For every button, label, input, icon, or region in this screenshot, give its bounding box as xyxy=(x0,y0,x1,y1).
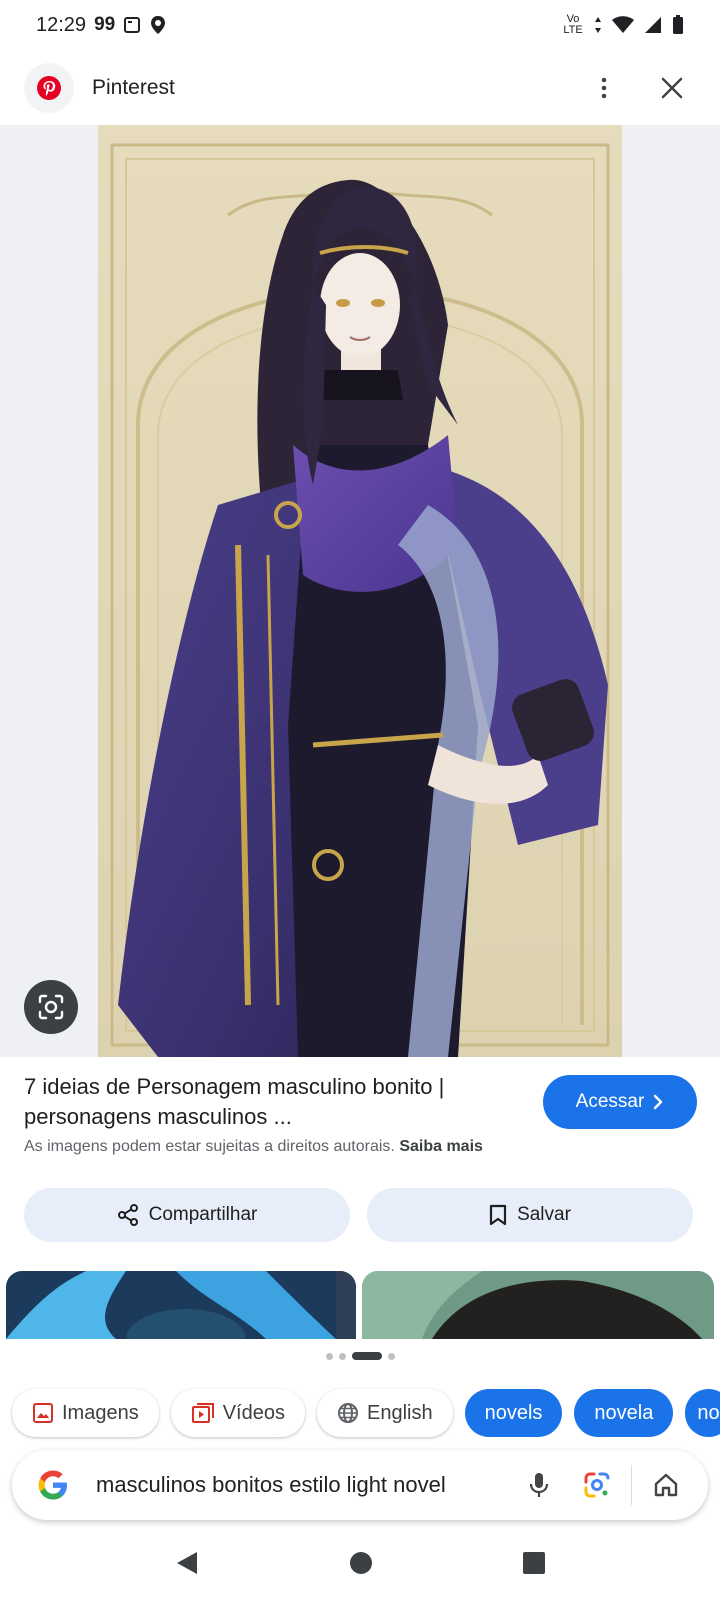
chip-novela[interactable]: novela xyxy=(574,1389,674,1437)
search-bar[interactable]: masculinos bonitos estilo light novel xyxy=(12,1450,708,1520)
image-icon xyxy=(33,1403,53,1423)
back-icon xyxy=(177,1551,197,1574)
chip-novels[interactable]: novels xyxy=(464,1389,563,1437)
screenshot-notification-icon xyxy=(123,16,141,34)
pinterest-logo[interactable] xyxy=(24,62,74,113)
share-icon xyxy=(117,1204,138,1226)
chip-videos[interactable]: Vídeos xyxy=(170,1389,305,1437)
chip-english[interactable]: English xyxy=(316,1389,453,1437)
more-vert-icon xyxy=(601,77,607,98)
lens-icon xyxy=(584,1472,610,1498)
wifi-icon xyxy=(612,16,634,34)
chip-label: English xyxy=(366,1401,433,1424)
filter-chips: Imagens Vídeos English novels novela no xyxy=(12,1389,720,1437)
visit-label: Acessar xyxy=(575,1091,645,1112)
globe-icon xyxy=(337,1403,358,1423)
divider xyxy=(631,1465,632,1505)
home-button[interactable] xyxy=(642,1461,690,1509)
save-button[interactable]: Salvar xyxy=(367,1188,693,1242)
chevron-right-icon xyxy=(654,1094,663,1110)
source-title: Pinterest xyxy=(92,75,175,99)
learn-more-link[interactable]: Saiba mais xyxy=(399,1138,483,1155)
pager-dots xyxy=(0,1352,720,1360)
home-circle-icon xyxy=(350,1551,372,1574)
system-navigation-bar xyxy=(0,1530,720,1600)
bookmark-icon xyxy=(489,1204,507,1226)
status-bar: 12:29 99 Vo LTE xyxy=(0,0,720,50)
more-options-button[interactable] xyxy=(580,64,628,112)
chip-images[interactable]: Imagens xyxy=(12,1389,159,1437)
data-arrows-icon xyxy=(594,16,602,34)
pager-dot xyxy=(387,1352,395,1360)
video-icon xyxy=(191,1403,214,1423)
mic-icon xyxy=(529,1473,549,1497)
result-info: 7 ideias de Personagem masculino bonito … xyxy=(24,1072,524,1156)
recents-button[interactable] xyxy=(523,1551,545,1579)
pager-dot-active xyxy=(351,1352,382,1360)
related-image-thumb[interactable] xyxy=(6,1271,356,1339)
lens-icon xyxy=(38,994,64,1020)
share-button[interactable]: Compartilhar xyxy=(24,1188,350,1242)
battery-icon xyxy=(672,15,684,35)
chip-label: novela xyxy=(594,1401,654,1424)
google-logo xyxy=(38,1470,67,1500)
home-icon xyxy=(654,1473,678,1497)
chip-label: no xyxy=(697,1401,720,1424)
chip-label: Imagens xyxy=(62,1401,139,1424)
signal-icon xyxy=(644,16,662,34)
volte-indicator: Vo LTE xyxy=(563,13,583,36)
visit-button[interactable]: Acessar xyxy=(543,1075,697,1129)
source-header: Pinterest xyxy=(0,50,720,125)
result-title[interactable]: 7 ideias de Personagem masculino bonito … xyxy=(24,1072,524,1132)
chip-label: novels xyxy=(484,1401,543,1424)
chip-label: Vídeos xyxy=(222,1401,285,1424)
close-icon xyxy=(661,77,683,98)
lens-search-button[interactable] xyxy=(573,1461,621,1509)
pager-dot xyxy=(325,1352,333,1360)
image-viewer xyxy=(0,125,720,1057)
home-nav-button[interactable] xyxy=(349,1551,373,1580)
close-button[interactable] xyxy=(648,64,696,112)
pager-dot xyxy=(338,1352,346,1360)
copyright-text: As imagens podem estar sujeitas a direit… xyxy=(24,1138,395,1155)
result-image[interactable] xyxy=(98,125,622,1057)
lens-button[interactable] xyxy=(24,980,78,1034)
status-time: 12:29 xyxy=(36,13,87,36)
location-notification-icon xyxy=(149,15,167,35)
related-image-thumb[interactable] xyxy=(362,1271,714,1339)
voice-search-button[interactable] xyxy=(515,1461,563,1509)
quote-notification-icon: 99 xyxy=(94,14,116,35)
copyright-notice: As imagens podem estar sujeitas a direit… xyxy=(24,1138,524,1156)
chip-truncated[interactable]: no xyxy=(685,1389,720,1437)
recents-icon xyxy=(523,1551,545,1574)
back-button[interactable] xyxy=(175,1550,199,1581)
search-query[interactable]: masculinos bonitos estilo light novel xyxy=(96,1472,505,1498)
save-label: Salvar xyxy=(517,1204,571,1225)
share-label: Compartilhar xyxy=(148,1204,258,1225)
